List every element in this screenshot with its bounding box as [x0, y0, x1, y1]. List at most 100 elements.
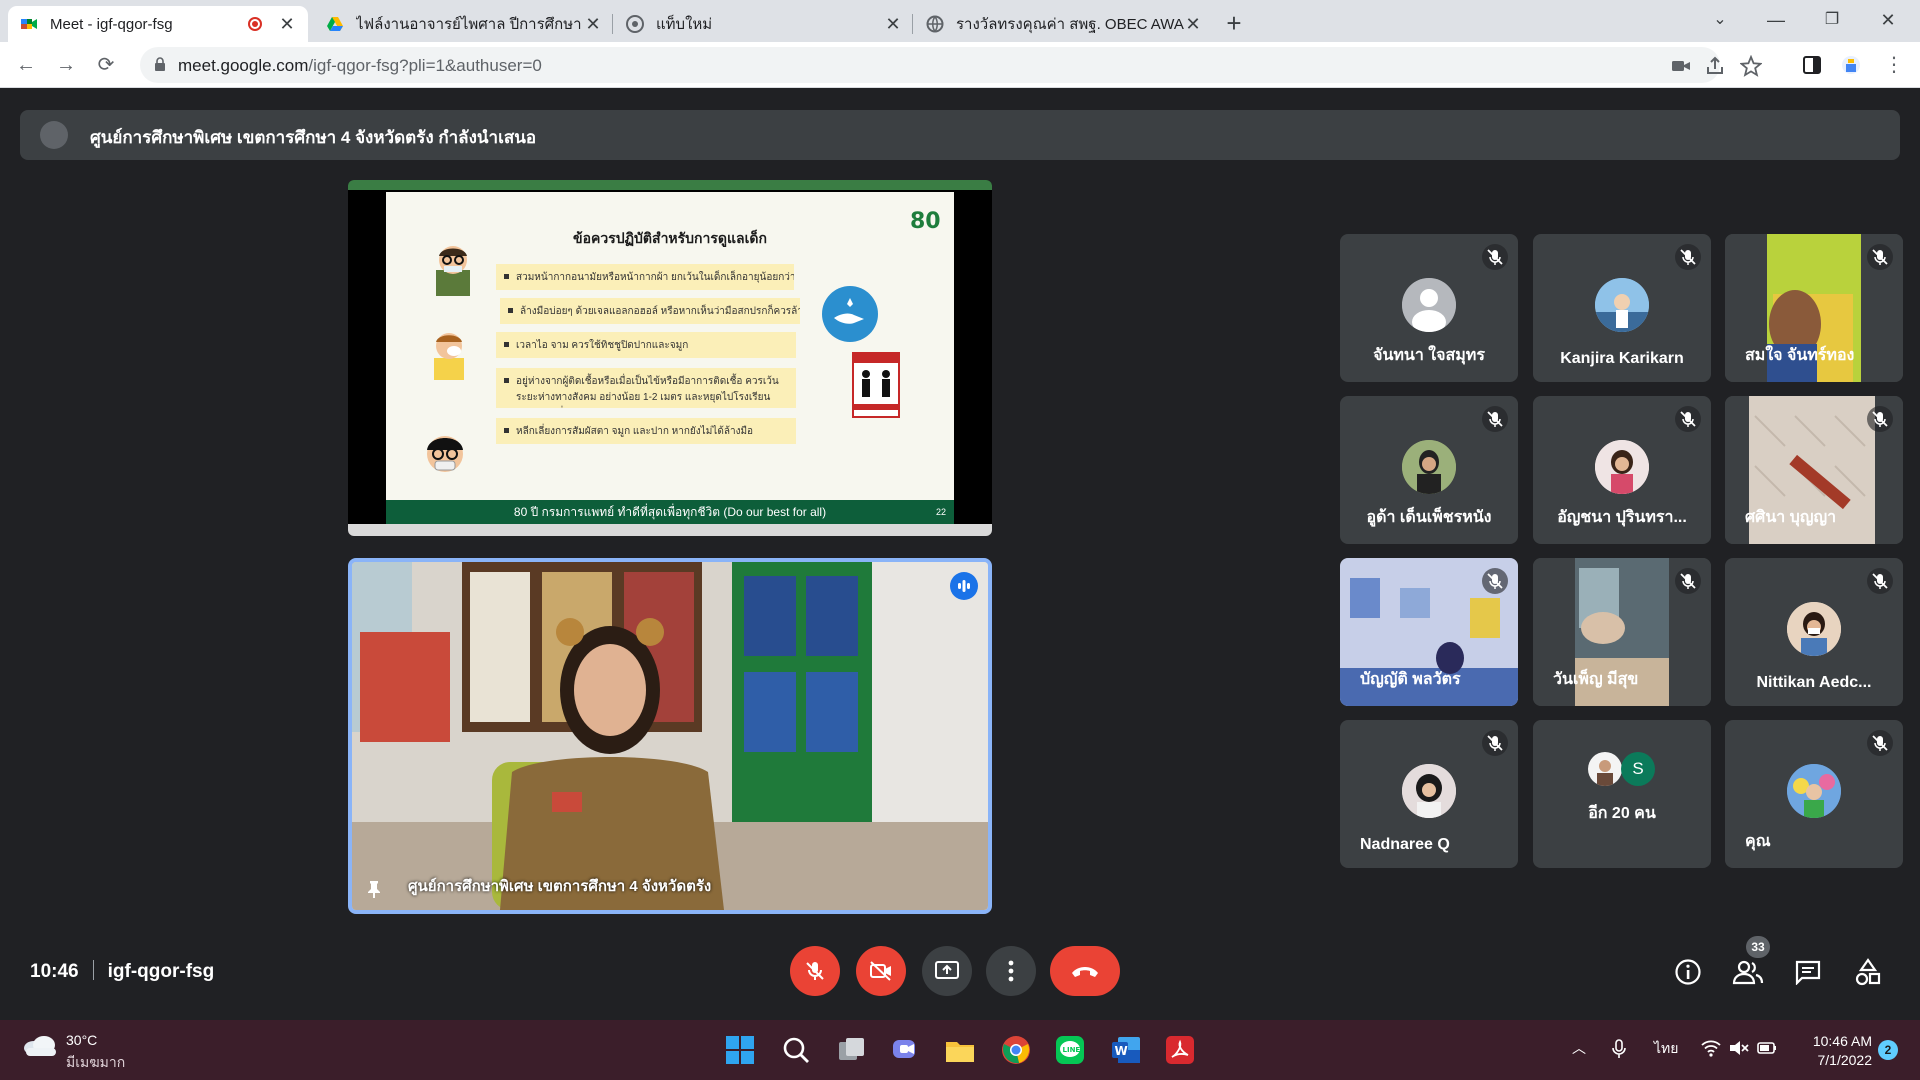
side-panel-icon[interactable]	[1801, 54, 1823, 76]
tab-separator	[912, 14, 913, 34]
more-options-button[interactable]	[986, 946, 1036, 996]
windows-taskbar: 30°C มีเมฆมาก LINE W ︿ ไทย 10:46 AM 7/1/2…	[0, 1020, 1920, 1080]
avatar	[1588, 752, 1622, 786]
microphone-tray-icon[interactable]	[1610, 1038, 1628, 1060]
battery-icon[interactable]	[1756, 1038, 1778, 1058]
tab-title: แท็บใหม่	[656, 16, 713, 33]
restore-button[interactable]: ❐	[1804, 0, 1860, 40]
svg-text:80: 80	[910, 209, 941, 234]
participant-name: บัญญัติ พลวัตร	[1360, 671, 1461, 688]
mic-toggle-button[interactable]	[790, 946, 840, 996]
participant-tile[interactable]: อัญชนา ปุรินทรา...	[1533, 396, 1711, 544]
google-meet-icon	[21, 19, 37, 29]
participant-name: Kanjira Karikarn	[1560, 350, 1684, 367]
chrome-taskbar-icon[interactable]	[1000, 1034, 1032, 1066]
pin-icon[interactable]	[366, 880, 382, 898]
participant-tile[interactable]: Kanjira Karikarn	[1533, 234, 1711, 382]
participant-tile[interactable]: จันทนา ใจสมุทร	[1340, 234, 1518, 382]
mic-muted-icon	[1482, 730, 1508, 756]
participant-tile[interactable]: Nittikan Aedc...	[1725, 558, 1903, 706]
slide-bullet: ล้างมือบ่อยๆ ด้วยเจลแอลกอฮอล์ หรือหากเห็…	[500, 298, 800, 324]
leave-call-button[interactable]	[1050, 946, 1120, 996]
cloud-weather-icon[interactable]	[22, 1034, 58, 1056]
activities-button[interactable]	[1850, 954, 1886, 990]
mic-muted-icon	[1675, 244, 1701, 270]
chrome-menu-button[interactable]: ⋮	[1878, 49, 1910, 81]
extensions-icon[interactable]	[1840, 54, 1862, 76]
new-tab-button[interactable]: +	[1218, 8, 1250, 40]
close-window-button[interactable]: ✕	[1860, 0, 1916, 40]
acrobat-icon[interactable]	[1164, 1034, 1196, 1066]
share-icon[interactable]	[1704, 55, 1726, 77]
participant-initial-avatar: S	[1621, 752, 1655, 786]
tab-obec-award[interactable]: รางวัลทรงคุณค่า สพฐ. OBEC AWARD ✕	[914, 6, 1214, 42]
participant-tile[interactable]: อูด้า เด็นเพ็ชรหนัง	[1340, 396, 1518, 544]
more-participants-label: อีก 20 คน	[1588, 805, 1656, 822]
line-app-icon[interactable]: LINE	[1054, 1034, 1086, 1066]
dms-80-logo-icon: 80	[910, 209, 941, 234]
minimize-button[interactable]: —	[1748, 0, 1804, 40]
meeting-details-button[interactable]	[1670, 954, 1706, 990]
participant-tile[interactable]: Nadnaree Q	[1340, 720, 1518, 868]
bookmark-star-icon[interactable]	[1740, 55, 1762, 77]
tab-drive[interactable]: ไฟล์งานอาจารย์ไพศาล ปีการศึกษา 25 ✕	[314, 6, 614, 42]
info-icon	[1675, 959, 1701, 985]
slide-footer-text: 80 ปี กรมการแพทย์ ทำดีที่สุดเพื่อทุกชีวิ…	[513, 505, 827, 519]
close-tab-icon[interactable]: ✕	[584, 14, 602, 35]
people-button[interactable]	[1730, 954, 1766, 990]
participant-tile[interactable]: สมใจ จันทร์ทอง	[1725, 234, 1903, 382]
camera-permission-icon[interactable]	[1670, 55, 1692, 77]
presentation-banner-text: ศูนย์การศึกษาพิเศษ เขตการศึกษา 4 จังหวัด…	[90, 128, 537, 147]
participant-name: ศศินา บุญญา	[1745, 509, 1837, 526]
presentation-slide: ข้อควรปฏิบัติสำหรับการดูแลเด็ก สวมหน้ากา…	[386, 192, 954, 524]
close-tab-icon[interactable]: ✕	[1184, 14, 1202, 35]
slide-bullet: เวลาไอ จาม ควรใช้ทิชชูปิดปากและจมูก	[496, 332, 796, 358]
tab-title: ไฟล์งานอาจารย์ไพศาล ปีการศึกษา 25	[356, 16, 584, 33]
windows-start-icon[interactable]	[724, 1034, 756, 1066]
tab-search-chevron-icon[interactable]: ⌄	[1692, 0, 1748, 40]
camera-toggle-button[interactable]	[856, 946, 906, 996]
participant-tile[interactable]: ศศินา บุญญา	[1725, 396, 1903, 544]
mic-muted-icon	[1867, 406, 1893, 432]
forward-button[interactable]: →	[50, 49, 82, 81]
presenter-avatar-icon	[40, 121, 68, 149]
tab-meet[interactable]: Meet - igf-qgor-fsg ✕	[8, 6, 308, 42]
show-hidden-icons-chevron-icon[interactable]: ︿	[1572, 1038, 1586, 1058]
back-button[interactable]: ←	[10, 49, 42, 81]
tab-separator	[612, 14, 613, 34]
lock-icon	[155, 57, 165, 71]
participant-tile[interactable]: บัญญัติ พลวัตร	[1340, 558, 1518, 706]
avatar	[1595, 440, 1649, 494]
participant-tile[interactable]: วันเพ็ญ มีสุข	[1533, 558, 1711, 706]
volume-muted-icon[interactable]	[1728, 1038, 1750, 1058]
more-participants-tile[interactable]: S อีก 20 คน	[1533, 720, 1711, 868]
notification-count-badge[interactable]: 2	[1878, 1040, 1898, 1060]
search-icon[interactable]	[780, 1034, 812, 1066]
file-explorer-icon[interactable]	[944, 1034, 976, 1066]
active-speaker-tile[interactable]: ศูนย์การศึกษาพิเศษ เขตการศึกษา 4 จังหวัด…	[348, 558, 992, 914]
teams-chat-icon[interactable]	[890, 1034, 922, 1066]
participant-name: จันทนา ใจสมุทร	[1373, 347, 1485, 364]
chat-button[interactable]	[1790, 954, 1826, 990]
self-view-tile[interactable]: คุณ	[1725, 720, 1903, 868]
url-path: /igf-qgor-fsg?pli=1&authuser=0	[308, 56, 542, 75]
google-drive-icon	[327, 17, 343, 31]
input-language[interactable]: ไทย	[1654, 1038, 1678, 1060]
reload-button[interactable]: ⟳	[90, 49, 122, 81]
task-view-icon[interactable]	[836, 1034, 868, 1066]
child-sneezing-cartoon-icon	[434, 333, 464, 380]
close-tab-icon[interactable]: ✕	[278, 14, 296, 35]
svg-text:LINE: LINE	[1063, 1046, 1081, 1054]
chrome-icon	[626, 15, 644, 33]
close-tab-icon[interactable]: ✕	[884, 14, 902, 35]
word-icon[interactable]: W	[1110, 1034, 1142, 1066]
tab-new-tab[interactable]: แท็บใหม่ ✕	[614, 6, 914, 42]
hand-washing-icon	[822, 286, 878, 342]
system-clock[interactable]: 10:46 AM 7/1/2022	[1798, 1032, 1872, 1070]
presentation-tile[interactable]: ข้อควรปฏิบัติสำหรับการดูแลเด็ก สวมหน้ากา…	[348, 180, 992, 536]
wifi-icon[interactable]	[1700, 1038, 1722, 1058]
address-bar[interactable]: meet.google.com/igf-qgor-fsg?pli=1&authu…	[140, 47, 1762, 83]
tab-title: รางวัลทรงคุณค่า สพฐ. OBEC AWARD	[956, 16, 1184, 33]
present-now-button[interactable]	[922, 946, 972, 996]
system-date: 7/1/2022	[1817, 1052, 1873, 1068]
